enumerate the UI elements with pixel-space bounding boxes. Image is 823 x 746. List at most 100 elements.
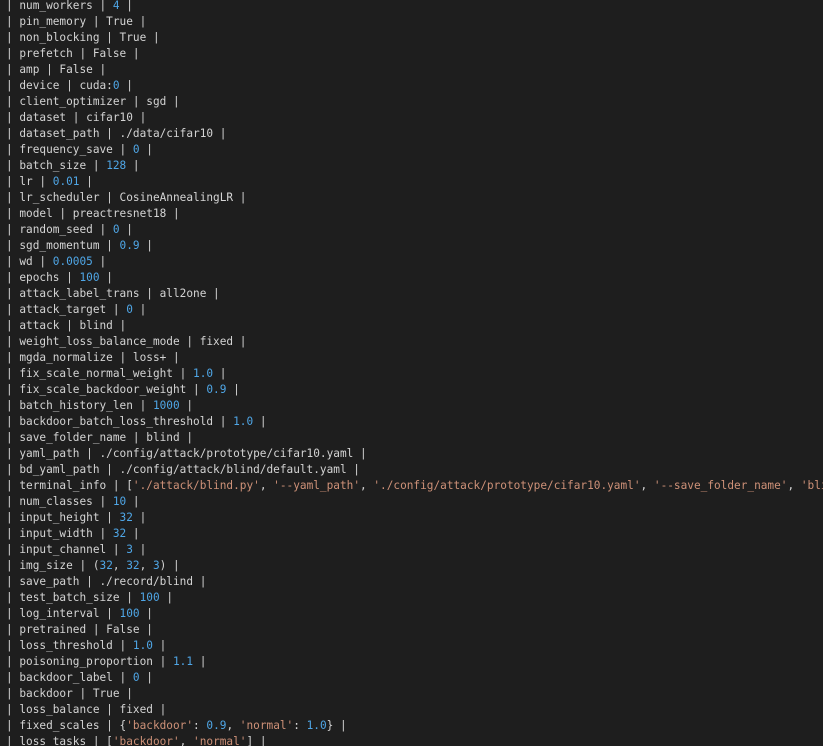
- number-token: 0: [112, 79, 120, 92]
- number-token: 32: [119, 511, 133, 524]
- number-token: 0: [132, 143, 140, 156]
- terminal-line: | client_optimizer | sgd |: [6, 94, 823, 110]
- text-token: ,: [360, 479, 374, 492]
- terminal-line: | terminal_info | ['./attack/blind.py', …: [6, 478, 823, 494]
- terminal-line: | random_seed | 0 |: [6, 222, 823, 238]
- text-token: | input_width |: [6, 527, 113, 540]
- text-token: | device | cuda:: [6, 79, 113, 92]
- terminal-line: | loss_balance | fixed |: [6, 702, 823, 718]
- text-token: | save_folder_name | blind |: [6, 431, 194, 444]
- terminal-line: | bd_yaml_path | ./config/attack/blind/d…: [6, 462, 823, 478]
- text-token: | dataset_path | ./data/cifar10 |: [6, 127, 227, 140]
- terminal-line: | batch_size | 128 |: [6, 158, 823, 174]
- string-token: 'backdoor': [112, 735, 180, 746]
- text-token: |: [226, 383, 240, 396]
- text-token: ) |: [159, 559, 180, 572]
- terminal-line: | input_height | 32 |: [6, 510, 823, 526]
- number-token: 0: [132, 671, 140, 684]
- number-token: 3: [152, 559, 160, 572]
- number-token: 1.0: [306, 719, 327, 732]
- terminal-line: | amp | False |: [6, 62, 823, 78]
- text-token: ,: [179, 735, 194, 746]
- text-token: | poisoning_proportion |: [6, 655, 173, 668]
- terminal-line: | wd | 0.0005 |: [6, 254, 823, 270]
- terminal-output[interactable]: | num_workers | 4 | | pin_memory | True |…: [0, 0, 823, 746]
- terminal-line: | model | preactresnet18 |: [6, 206, 823, 222]
- text-token: |: [126, 495, 140, 508]
- terminal-line: | dataset_path | ./data/cifar10 |: [6, 126, 823, 142]
- text-token: ,: [139, 559, 153, 572]
- terminal-line: | frequency_save | 0 |: [6, 142, 823, 158]
- text-token: |: [126, 527, 140, 540]
- text-token: | num_classes |: [6, 495, 113, 508]
- text-token: ,: [640, 479, 654, 492]
- text-token: :: [193, 719, 207, 732]
- text-token: | mgda_normalize | loss+ |: [6, 351, 180, 364]
- text-token: |: [92, 255, 107, 268]
- terminal-line: | save_path | ./record/blind |: [6, 574, 823, 590]
- text-token: ,: [259, 479, 274, 492]
- text-token: | lr |: [6, 175, 53, 188]
- text-token: |: [132, 511, 147, 524]
- text-token: | dataset | cifar10 |: [6, 111, 147, 124]
- text-token: | weight_loss_balance_mode | fixed |: [6, 335, 247, 348]
- text-token: | fixed_scales | {: [6, 719, 127, 732]
- terminal-line: | yaml_path | ./config/attack/prototype/…: [6, 446, 823, 462]
- text-token: } |: [326, 719, 347, 732]
- text-token: |: [213, 367, 227, 380]
- text-token: |: [132, 543, 147, 556]
- terminal-line: | weight_loss_balance_mode | fixed |: [6, 334, 823, 350]
- text-token: | input_channel |: [6, 543, 127, 556]
- text-token: |: [132, 303, 147, 316]
- text-token: | loss_threshold |: [6, 639, 133, 652]
- number-token: 1.0: [193, 367, 214, 380]
- terminal-line: | fix_scale_backdoor_weight | 0.9 |: [6, 382, 823, 398]
- terminal-line: | attack_target | 0 |: [6, 302, 823, 318]
- number-token: 128: [106, 159, 127, 172]
- string-token: './config/attack/prototype/cifar10.yaml': [373, 479, 641, 492]
- string-token: 'normal': [193, 735, 247, 746]
- terminal-line: | attack | blind |: [6, 318, 823, 334]
- text-token: | prefetch | False |: [6, 47, 140, 60]
- text-token: | fix_scale_normal_weight |: [6, 367, 194, 380]
- text-token: | sgd_momentum |: [6, 239, 120, 252]
- terminal-line: | loss_threshold | 1.0 |: [6, 638, 823, 654]
- string-token: 'normal': [239, 719, 294, 732]
- text-token: ] |: [246, 735, 267, 746]
- text-token: | backdoor_batch_loss_threshold |: [6, 415, 234, 428]
- number-token: 10: [112, 495, 127, 508]
- text-token: |: [79, 175, 93, 188]
- terminal-line: | attack_label_trans | all2one |: [6, 286, 823, 302]
- number-token: 32: [126, 559, 140, 572]
- number-token: 4: [112, 0, 120, 12]
- terminal-line: | pretrained | False |: [6, 622, 823, 638]
- terminal-line: | pin_memory | True |: [6, 14, 823, 30]
- text-token: | num_workers |: [6, 0, 113, 12]
- number-token: 0.0005: [52, 255, 93, 268]
- string-token: 'blind': [800, 479, 823, 492]
- terminal-line: | img_size | (32, 32, 3) |: [6, 558, 823, 574]
- terminal-line: | sgd_momentum | 0.9 |: [6, 238, 823, 254]
- text-token: | lr_scheduler | CosineAnnealingLR |: [6, 191, 247, 204]
- number-token: 32: [112, 527, 127, 540]
- number-token: 0.9: [206, 719, 227, 732]
- terminal-line: | fixed_scales | {'backdoor': 0.9, 'norm…: [6, 718, 823, 734]
- text-token: | random_seed |: [6, 223, 113, 236]
- text-token: |: [253, 415, 267, 428]
- text-token: |: [139, 143, 153, 156]
- terminal-line: | backdoor_batch_loss_threshold | 1.0 |: [6, 414, 823, 430]
- text-token: |: [193, 655, 207, 668]
- text-token: | save_path | ./record/blind |: [6, 575, 207, 588]
- text-token: | loss_balance | fixed |: [6, 703, 167, 716]
- text-token: |: [119, 223, 133, 236]
- terminal-line: | poisoning_proportion | 1.1 |: [6, 654, 823, 670]
- text-token: | backdoor | True |: [6, 687, 133, 700]
- number-token: 0.01: [52, 175, 80, 188]
- string-token: 'backdoor': [126, 719, 194, 732]
- terminal-line: | input_width | 32 |: [6, 526, 823, 542]
- text-token: | pretrained | False |: [6, 623, 153, 636]
- text-token: |: [139, 239, 153, 252]
- text-token: ,: [787, 479, 801, 492]
- terminal-line: | lr | 0.01 |: [6, 174, 823, 190]
- text-token: :: [293, 719, 307, 732]
